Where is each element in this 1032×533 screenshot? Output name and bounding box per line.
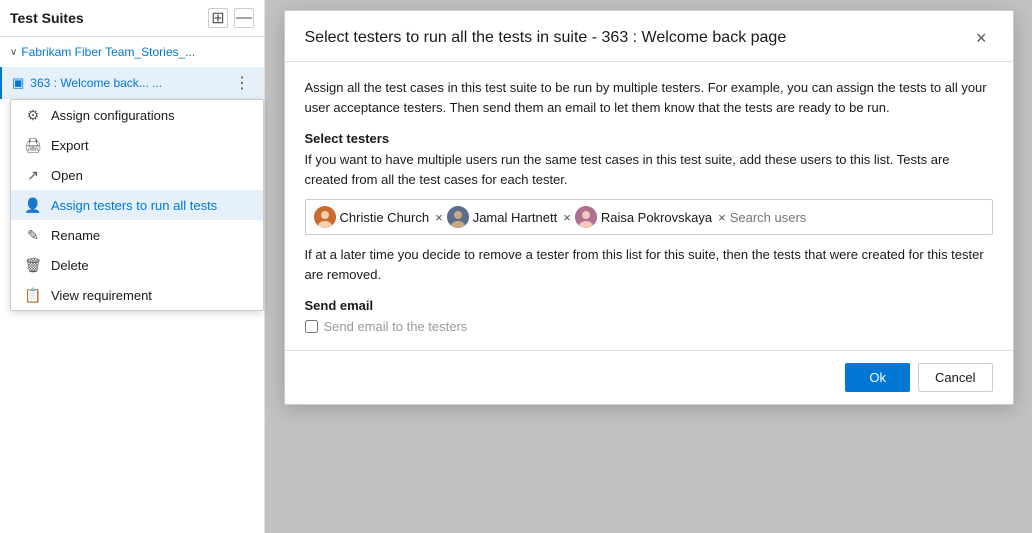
collapse-button[interactable]: —: [234, 8, 254, 28]
tester-photo-christie: [314, 206, 336, 228]
ok-button[interactable]: Ok: [845, 363, 910, 392]
tester-photo-raisa: [575, 206, 597, 228]
menu-item-assign-testers[interactable]: 👤 Assign testers to run all tests: [11, 190, 263, 220]
menu-item-open-label: Open: [51, 168, 83, 183]
delete-icon: 🗑: [25, 257, 41, 273]
menu-item-assign-configurations[interactable]: ⚙ Assign configurations: [11, 100, 263, 130]
menu-item-export-label: Export: [51, 138, 89, 153]
add-suite-button[interactable]: ⊞: [208, 8, 228, 28]
collapse-icon: —: [236, 9, 252, 27]
add-icon: ⊞: [211, 8, 224, 28]
select-testers-heading: Select testers: [305, 131, 993, 146]
menu-item-rename-label: Rename: [51, 228, 100, 243]
tester-name-christie: Christie Church: [340, 210, 430, 225]
tester-remove-jamal[interactable]: ×: [563, 210, 571, 225]
export-icon: 🖨: [25, 137, 41, 153]
assign-testers-icon: 👤: [25, 197, 41, 213]
suite-icon: ▣: [12, 75, 24, 91]
menu-item-export[interactable]: 🖨 Export: [11, 130, 263, 160]
chevron-icon: ∨: [10, 47, 17, 58]
dialog-intro-text: Assign all the test cases in this test s…: [305, 78, 993, 117]
selected-suite-item[interactable]: ▣ 363 : Welcome back... ... ⋮: [0, 67, 264, 99]
send-email-checkbox[interactable]: [305, 320, 318, 333]
dialog-title: Select testers to run all the tests in s…: [305, 29, 787, 47]
tester-name-raisa: Raisa Pokrovskaya: [601, 210, 712, 225]
team-label: Fabrikam Fiber Team_Stories_...: [21, 45, 195, 59]
removal-note: If at a later time you decide to remove …: [305, 245, 993, 284]
context-menu: ⚙ Assign configurations 🖨 Export ↗ Open …: [10, 99, 264, 311]
tester-tag-raisa: Raisa Pokrovskaya ×: [575, 206, 726, 228]
menu-item-rename[interactable]: ✎ Rename: [11, 220, 263, 250]
tester-avatar-jamal: [447, 206, 469, 228]
sidebar-team[interactable]: ∨ Fabrikam Fiber Team_Stories_...: [0, 37, 264, 67]
tester-remove-christie[interactable]: ×: [435, 210, 443, 225]
suite-item-dots[interactable]: ⋮: [230, 73, 254, 93]
send-email-heading: Send email: [305, 298, 993, 313]
menu-item-assign-testers-label: Assign testers to run all tests: [51, 198, 217, 213]
send-email-label-text: Send email to the testers: [324, 319, 468, 334]
open-icon: ↗: [25, 167, 41, 183]
tester-avatar-raisa: [575, 206, 597, 228]
tester-tag-jamal: Jamal Hartnett ×: [447, 206, 571, 228]
sidebar-header-icons: ⊞ —: [208, 8, 254, 28]
tester-photo-jamal: [447, 206, 469, 228]
tester-input-area[interactable]: Christie Church × Jamal Hartnett ×: [305, 199, 993, 235]
menu-item-delete[interactable]: 🗑 Delete: [11, 250, 263, 280]
dialog-close-button[interactable]: ×: [970, 27, 993, 49]
rename-icon: ✎: [25, 227, 41, 243]
dialog-header: Select testers to run all the tests in s…: [285, 11, 1013, 62]
dialog-footer: Ok Cancel: [285, 350, 1013, 404]
cancel-button[interactable]: Cancel: [918, 363, 992, 392]
sidebar-title: Test Suites: [10, 10, 84, 26]
assign-testers-dialog: Select testers to run all the tests in s…: [284, 10, 1014, 405]
send-email-label[interactable]: Send email to the testers: [305, 319, 993, 334]
tester-tag-christie: Christie Church ×: [314, 206, 443, 228]
tester-name-jamal: Jamal Hartnett: [473, 210, 558, 225]
main-content: Select testers to run all the tests in s…: [265, 0, 1032, 533]
assign-configurations-icon: ⚙: [25, 107, 41, 123]
search-users-input[interactable]: [730, 210, 984, 225]
sidebar-header: Test Suites ⊞ —: [0, 0, 264, 37]
menu-item-delete-label: Delete: [51, 258, 89, 273]
tester-avatar-christie: [314, 206, 336, 228]
menu-item-assign-configurations-label: Assign configurations: [51, 108, 175, 123]
view-requirement-icon: 📋: [25, 287, 41, 303]
menu-item-view-requirement[interactable]: 📋 View requirement: [11, 280, 263, 310]
suite-item-label: 363 : Welcome back... ...: [30, 76, 230, 90]
send-email-section: Send email Send email to the testers: [305, 298, 993, 334]
select-testers-desc: If you want to have multiple users run t…: [305, 150, 993, 189]
sidebar: Test Suites ⊞ — ∨ Fabrikam Fiber Team_St…: [0, 0, 265, 533]
tester-remove-raisa[interactable]: ×: [718, 210, 726, 225]
menu-item-open[interactable]: ↗ Open: [11, 160, 263, 190]
menu-item-view-requirement-label: View requirement: [51, 288, 152, 303]
dialog-body: Assign all the test cases in this test s…: [285, 62, 1013, 350]
dialog-overlay: Select testers to run all the tests in s…: [265, 0, 1032, 533]
